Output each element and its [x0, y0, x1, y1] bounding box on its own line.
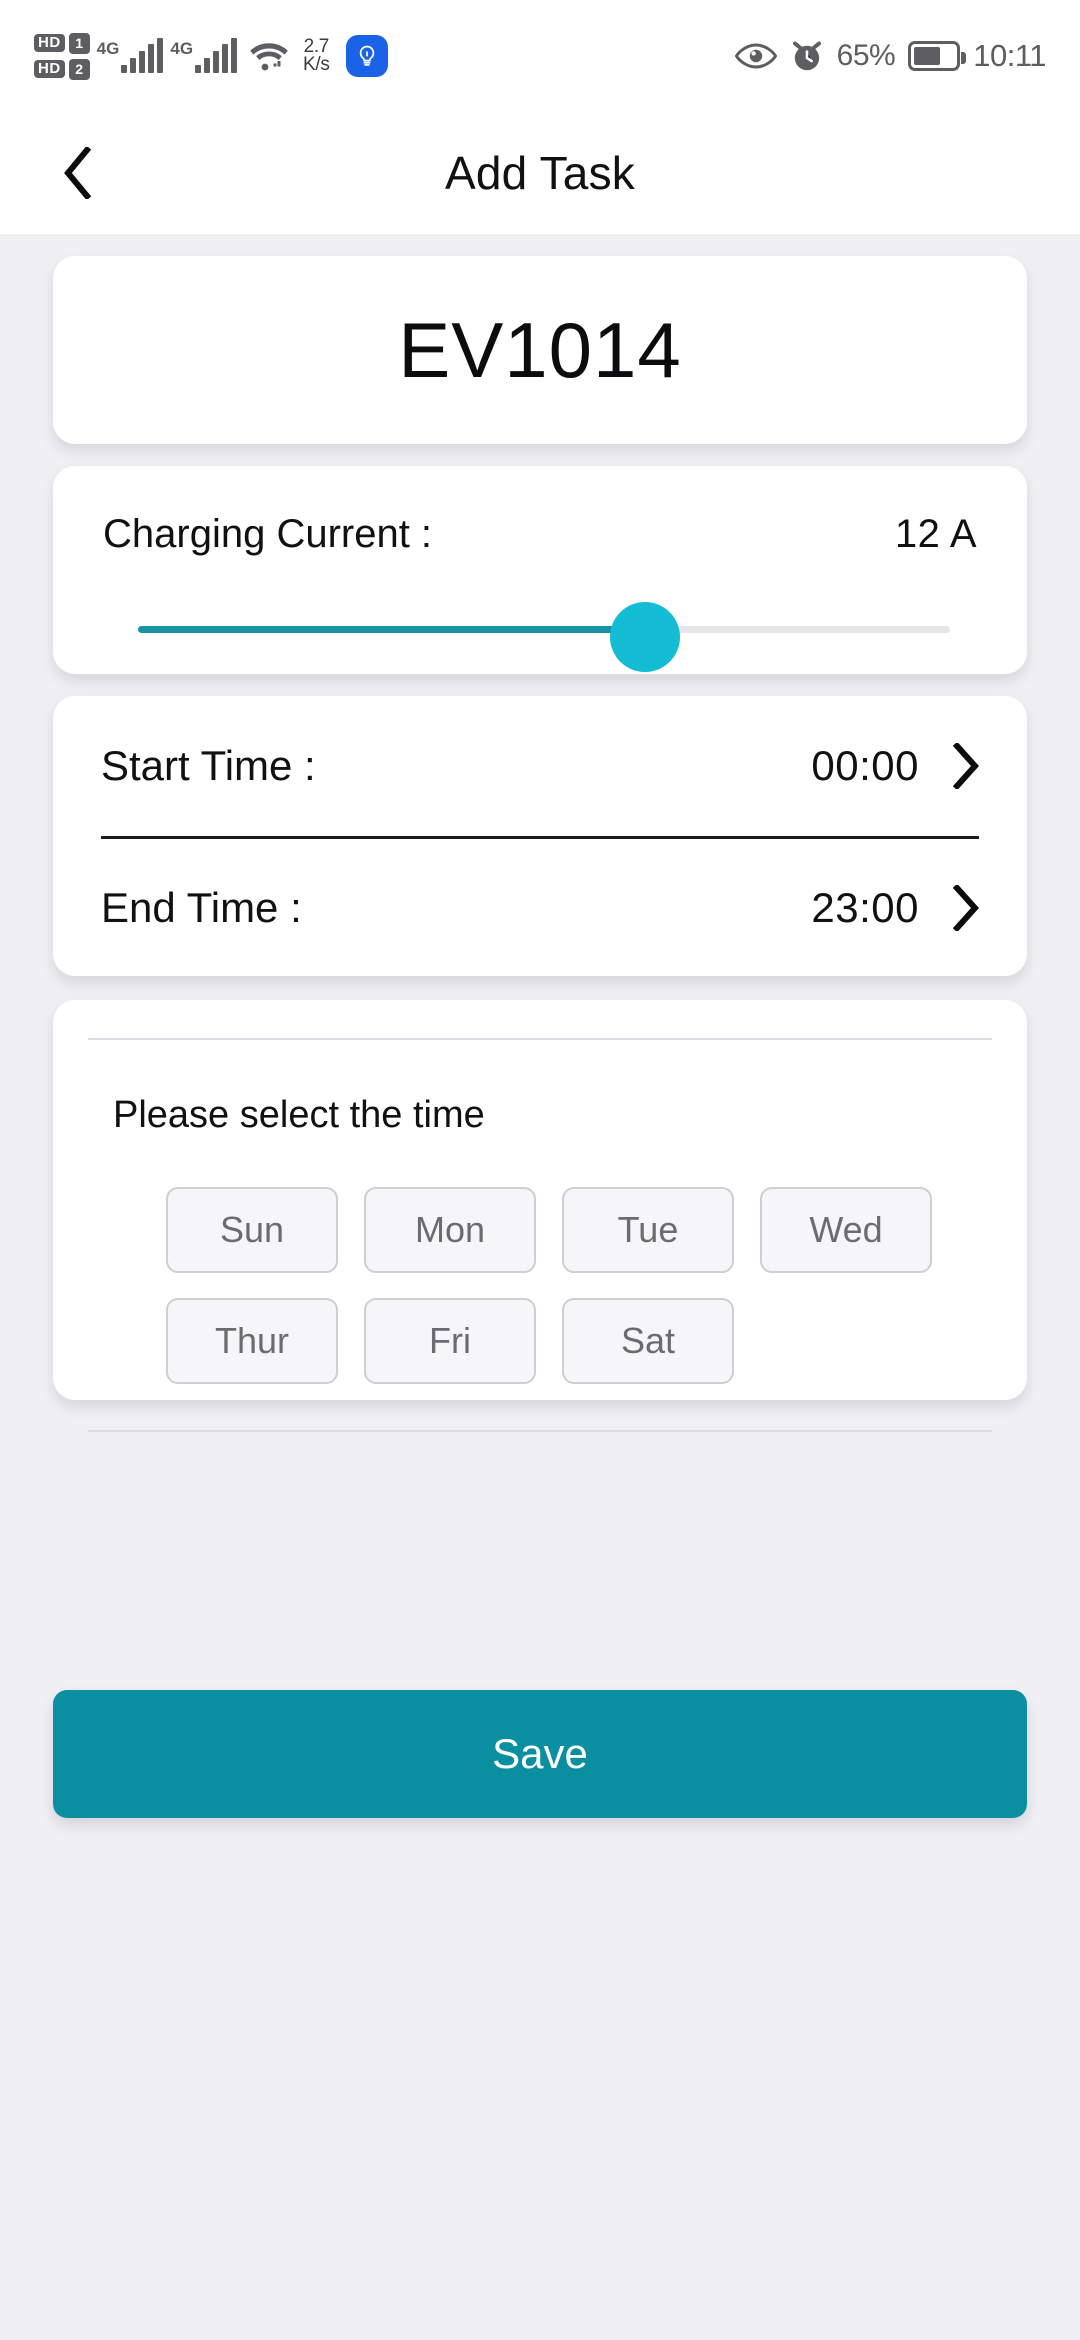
slider-thumb[interactable] — [610, 602, 680, 672]
divider-top — [88, 1038, 992, 1040]
time-range-card: Start Time : 00:00 End Time : 23:00 — [53, 696, 1027, 976]
end-time-row[interactable]: End Time : 23:00 — [101, 836, 979, 976]
battery-fill — [914, 47, 941, 65]
wifi-icon — [249, 39, 289, 73]
day-chip-wed[interactable]: Wed — [760, 1187, 932, 1273]
divider-bottom — [88, 1430, 992, 1432]
start-time-right: 00:00 — [811, 742, 979, 790]
status-bar-right: 65% 10:11 — [734, 38, 1046, 74]
network-speed-unit: K/s — [303, 54, 330, 75]
end-time-label: End Time : — [101, 883, 302, 931]
day-selection-hint: Please select the time — [113, 1094, 485, 1136]
day-chip-sat[interactable]: Sat — [562, 1298, 734, 1384]
end-time-right: 23:00 — [811, 884, 979, 932]
signal-bars-icon-1 — [121, 38, 164, 73]
day-chip-sun[interactable]: Sun — [166, 1187, 338, 1273]
charging-current-slider[interactable] — [103, 602, 977, 672]
eye-care-icon — [734, 43, 777, 69]
chevron-right-icon — [953, 743, 979, 789]
device-name-card[interactable]: EV1014 — [53, 256, 1027, 444]
charging-current-card: Charging Current : 12 A — [53, 466, 1027, 674]
back-button[interactable] — [46, 141, 110, 205]
start-time-value: 00:00 — [811, 742, 919, 789]
slider-filled-track — [138, 626, 646, 633]
lightbulb-app-icon — [345, 35, 388, 77]
dual-sim-indicator: HD 1 HD 2 — [34, 32, 90, 80]
status-bar: HD 1 HD 2 4G 4G 2.7 K/s 65% 10:11 — [0, 0, 1080, 112]
status-bar-left: HD 1 HD 2 4G 4G 2.7 K/s — [34, 32, 388, 80]
start-time-label: Start Time : — [101, 742, 316, 789]
end-time-value: 23:00 — [811, 883, 919, 931]
battery-percent-label: 65% — [836, 39, 896, 72]
signal-indicator-1: 4G — [96, 38, 164, 73]
app-screen: HD 1 HD 2 4G 4G 2.7 K/s 65% 10:11 Add Ta… — [0, 0, 1080, 2340]
signal-indicator-2: 4G — [170, 38, 238, 73]
alarm-clock-icon — [790, 38, 824, 74]
charging-current-header: Charging Current : 12 A — [103, 466, 977, 557]
start-time-row[interactable]: Start Time : 00:00 — [101, 696, 979, 836]
sim1-row: HD 1 — [34, 32, 90, 54]
network-speed-indicator: 2.7 K/s — [303, 37, 330, 75]
day-chip-row-1: Sun Mon Tue Wed — [166, 1187, 992, 1273]
day-chip-mon[interactable]: Mon — [364, 1187, 536, 1273]
day-chip-row-2: Thur Fri Sat — [166, 1298, 992, 1384]
chevron-left-icon — [64, 147, 92, 199]
page-title: Add Task — [445, 147, 635, 199]
network-type-label-1: 4G — [96, 39, 120, 58]
device-name-value: EV1014 — [398, 305, 682, 394]
day-chip-fri[interactable]: Fri — [364, 1298, 536, 1384]
sim-number-1: 1 — [68, 32, 90, 54]
day-selection-card: Please select the time Sun Mon Tue Wed T… — [53, 1000, 1027, 1432]
hd-badge-2: HD — [34, 60, 65, 78]
network-type-label-2: 4G — [170, 39, 194, 58]
charging-current-label: Charging Current : — [103, 512, 433, 556]
signal-bars-icon-2 — [195, 38, 238, 73]
day-chip-grid: Sun Mon Tue Wed Thur Fri Sat — [88, 1187, 992, 1384]
sim-number-2: 2 — [68, 58, 90, 80]
battery-icon — [908, 41, 967, 71]
hd-badge-1: HD — [34, 34, 65, 52]
day-chip-tue[interactable]: Tue — [562, 1187, 734, 1273]
day-chip-thur[interactable]: Thur — [166, 1298, 338, 1384]
sim2-row: HD 2 — [34, 58, 90, 80]
save-button[interactable]: Save — [53, 1690, 1027, 1818]
app-bar: Add Task — [0, 112, 1080, 234]
charging-current-value: 12 A — [894, 512, 977, 556]
chevron-right-icon — [953, 884, 979, 931]
status-clock: 10:11 — [973, 38, 1046, 73]
